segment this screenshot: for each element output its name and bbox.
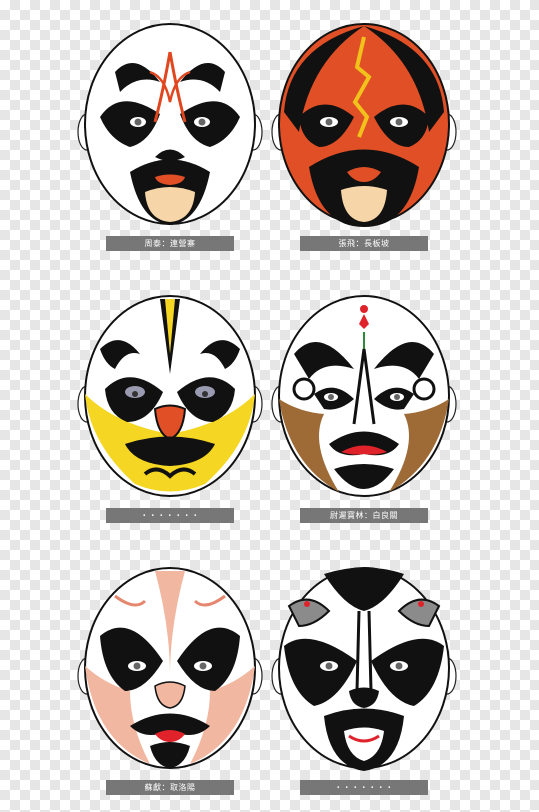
- opera-mask-yuchi-baolin: [271, 295, 457, 497]
- mask-card-su-xian: 蘇獻：取洛陽: [75, 566, 265, 806]
- opera-mask-yellow: [77, 295, 263, 497]
- opera-mask-black-white: [271, 567, 457, 771]
- mask-caption: ・・・・・・・: [106, 508, 234, 523]
- mask-card-yuchi-baolin: 尉遲寶林：白良關: [269, 294, 459, 534]
- mask-card-zhou-tai: 周泰：連營寨: [75, 22, 265, 262]
- opera-mask-zhang-fei: [271, 23, 457, 227]
- opera-mask-zhou-tai: [77, 23, 263, 225]
- mask-caption: ・・・・・・・: [300, 780, 428, 795]
- mask-caption: 蘇獻：取洛陽: [106, 780, 234, 795]
- mask-card-zhang-fei: 張飛：長板坡: [269, 22, 459, 262]
- mask-caption: 周泰：連營寨: [106, 236, 234, 251]
- mask-card-yellow: ・・・・・・・: [75, 294, 265, 534]
- mask-caption: 尉遲寶林：白良關: [300, 508, 428, 523]
- mask-caption: 張飛：長板坡: [300, 236, 428, 251]
- mask-card-black-white: ・・・・・・・: [269, 566, 459, 806]
- opera-mask-su-xian: [77, 567, 263, 769]
